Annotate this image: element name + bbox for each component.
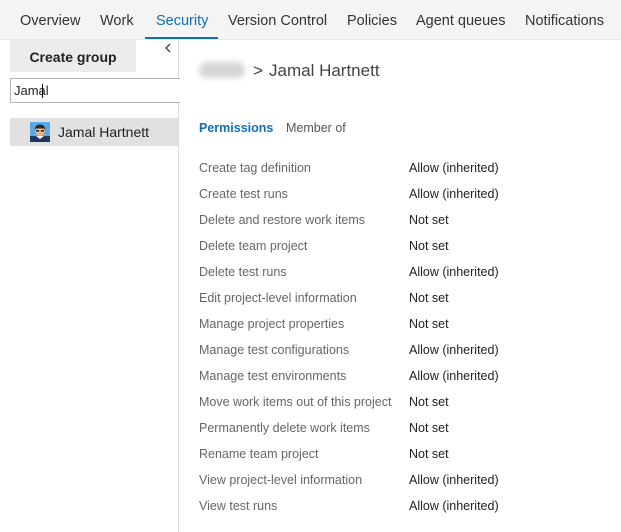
permission-name: Edit project-level information [199, 291, 357, 305]
permissions-list: Create tag definition Allow (inherited) … [199, 160, 619, 524]
permission-value[interactable]: Not set [409, 420, 449, 436]
permission-value[interactable]: Allow (inherited) [409, 498, 499, 514]
create-group-button[interactable]: Create group [10, 40, 136, 72]
subtab-member-of[interactable]: Member of [286, 120, 346, 136]
permission-name: Manage project properties [199, 317, 345, 331]
permission-name: Create test runs [199, 187, 288, 201]
permission-name: View test runs [199, 499, 278, 513]
permission-row: Delete team project Not set [199, 238, 619, 264]
permission-row: Manage project properties Not set [199, 316, 619, 342]
tab-security[interactable]: Security [156, 0, 208, 40]
permission-name: Rename team project [199, 447, 319, 461]
permission-name: Delete test runs [199, 265, 287, 279]
permission-row: View test runs Allow (inherited) [199, 498, 619, 524]
identity-search-input[interactable] [10, 78, 180, 103]
permissions-panel: > Jamal Hartnett Permissions Member of C… [179, 40, 621, 532]
permission-row: Permanently delete work items Not set [199, 420, 619, 446]
text-cursor [42, 84, 43, 98]
tab-overview[interactable]: Overview [20, 0, 80, 40]
permission-name: View project-level information [199, 473, 363, 487]
subtab-permissions[interactable]: Permissions [199, 120, 273, 136]
search-result-name: Jamal Hartnett [58, 124, 150, 140]
permission-name: Create tag definition [199, 161, 311, 175]
tab-version-control[interactable]: Version Control [228, 0, 327, 40]
permission-row: Create test runs Allow (inherited) [199, 186, 619, 212]
permission-value[interactable]: Not set [409, 212, 449, 228]
breadcrumb-project-redacted [199, 62, 245, 78]
permission-row: Move work items out of this project Not … [199, 394, 619, 420]
permission-row: Delete test runs Allow (inherited) [199, 264, 619, 290]
permission-value[interactable]: Allow (inherited) [409, 368, 499, 384]
permission-name: Delete team project [199, 239, 308, 253]
permission-value[interactable]: Allow (inherited) [409, 264, 499, 280]
identity-sidebar: Create group Jamal Hartnett [0, 40, 180, 532]
permission-value[interactable]: Not set [409, 394, 449, 410]
permission-name: Manage test environments [199, 369, 347, 383]
permission-row: Rename team project Not set [199, 446, 619, 472]
tab-notifications[interactable]: Notifications [525, 0, 604, 40]
permission-name: Manage test configurations [199, 343, 350, 357]
permission-value[interactable]: Not set [409, 290, 449, 306]
chevron-left-icon[interactable] [161, 41, 175, 57]
permission-row: Edit project-level information Not set [199, 290, 619, 316]
active-tab-indicator [145, 37, 218, 39]
permission-value[interactable]: Not set [409, 238, 449, 254]
tab-agent-queues[interactable]: Agent queues [416, 0, 506, 40]
breadcrumb-current-user: Jamal Hartnett [269, 61, 380, 80]
permission-row: Manage test environments Allow (inherite… [199, 368, 619, 394]
permission-name: Permanently delete work items [199, 421, 370, 435]
permission-value[interactable]: Allow (inherited) [409, 342, 499, 358]
tab-work[interactable]: Work [100, 0, 134, 40]
permission-name: Move work items out of this project [199, 395, 392, 409]
permission-row: Create tag definition Allow (inherited) [199, 160, 619, 186]
permission-row: Manage test configurations Allow (inheri… [199, 342, 619, 368]
permission-value[interactable]: Not set [409, 446, 449, 462]
top-navigation: Overview Work Security Version Control P… [0, 0, 621, 40]
user-avatar-icon [30, 122, 50, 142]
breadcrumb-separator: > [253, 61, 263, 80]
permission-value[interactable]: Allow (inherited) [409, 160, 499, 176]
permission-row: View project-level information Allow (in… [199, 472, 619, 498]
permission-name: Delete and restore work items [199, 213, 366, 227]
permission-value[interactable]: Allow (inherited) [409, 186, 499, 202]
permission-value[interactable]: Not set [409, 316, 449, 332]
permission-value[interactable]: Allow (inherited) [409, 472, 499, 488]
permission-row: Delete and restore work items Not set [199, 212, 619, 238]
search-result-item[interactable]: Jamal Hartnett [10, 118, 178, 146]
tab-policies[interactable]: Policies [347, 0, 397, 40]
